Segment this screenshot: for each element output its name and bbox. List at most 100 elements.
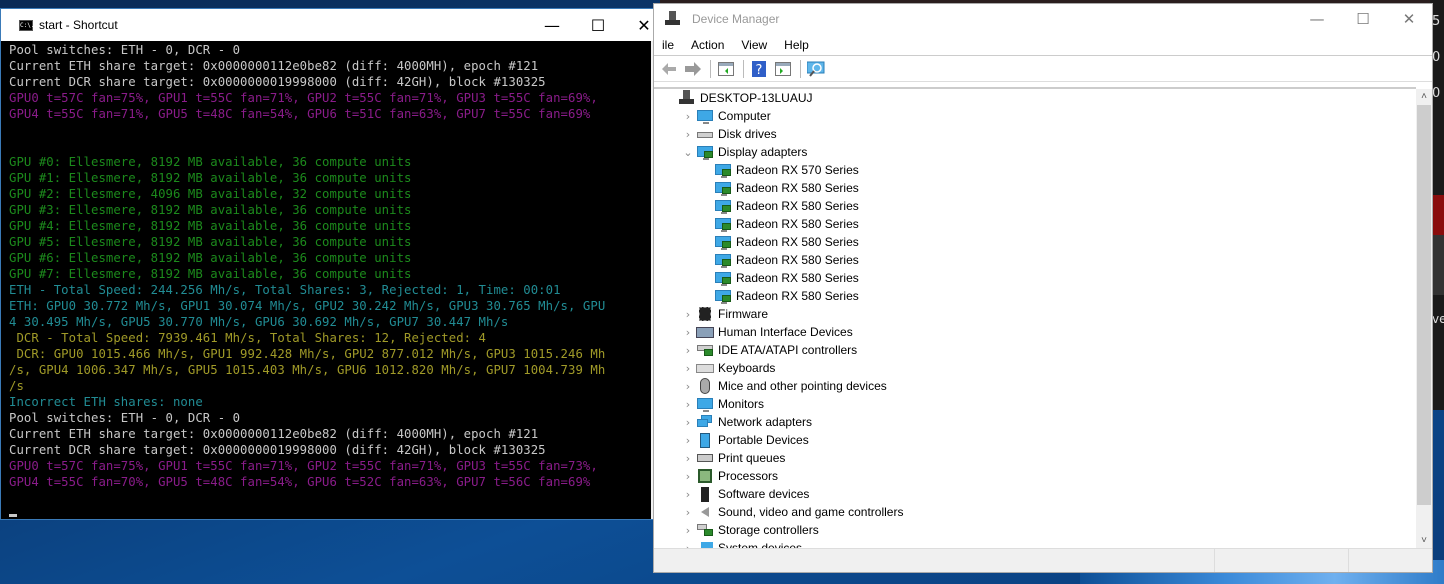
status-pane <box>1348 549 1432 572</box>
chevron-right-icon[interactable]: › <box>680 488 696 501</box>
display-adapter-icon <box>714 162 732 178</box>
tree-device[interactable]: Radeon RX 580 Series <box>654 287 1416 305</box>
tree-category[interactable]: › Software devices <box>654 485 1416 503</box>
close-button[interactable]: ✕ <box>1386 3 1432 35</box>
monitor-icon <box>696 396 714 412</box>
menu-file[interactable]: ile <box>654 38 683 52</box>
tree-item-label: Radeon RX 570 Series <box>736 163 859 177</box>
tree-category[interactable]: › Network adapters <box>654 413 1416 431</box>
chevron-right-icon[interactable]: › <box>680 398 696 411</box>
tree-category[interactable]: › Processors <box>654 467 1416 485</box>
chevron-right-icon[interactable]: › <box>680 344 696 357</box>
tree-device[interactable]: Radeon RX 580 Series <box>654 233 1416 251</box>
device-tree[interactable]: DESKTOP-13LUAUJ › Computer › Disk drives ⌄ Dis… <box>654 87 1416 549</box>
tree-item-label: Portable Devices <box>718 433 809 447</box>
tree-category[interactable]: › Print queues <box>654 449 1416 467</box>
console-line: GPU #7: Ellesmere, 8192 MB available, 36… <box>9 267 412 281</box>
cmd-titlebar[interactable]: C:\. start - Shortcut — ☐ ✕ <box>1 9 667 41</box>
chevron-right-icon[interactable]: › <box>680 326 696 339</box>
menu-view[interactable]: View <box>733 38 776 52</box>
help-icon[interactable]: ? <box>748 58 770 80</box>
minimize-button[interactable]: — <box>1294 3 1340 35</box>
chevron-right-icon[interactable]: › <box>680 416 696 429</box>
tree-category[interactable]: › Keyboards <box>654 359 1416 377</box>
console-line: ETH: GPU0 30.772 Mh/s, GPU1 30.074 Mh/s,… <box>9 299 606 313</box>
scan-hardware-icon[interactable] <box>805 58 827 80</box>
chevron-right-icon[interactable]: › <box>680 470 696 483</box>
dm-window-title: Device Manager <box>692 12 780 26</box>
tree-category[interactable]: › Mice and other pointing devices <box>654 377 1416 395</box>
minimize-button[interactable]: — <box>529 9 575 41</box>
tree-category[interactable]: › Portable Devices <box>654 431 1416 449</box>
dm-titlebar[interactable]: Device Manager — ☐ ✕ <box>654 4 1432 34</box>
tree-item-label: Radeon RX 580 Series <box>736 289 859 303</box>
cmd-window-title: start - Shortcut <box>39 18 118 32</box>
tree-device[interactable]: Radeon RX 570 Series <box>654 161 1416 179</box>
tree-item-label: Keyboards <box>718 361 776 375</box>
tree-item-label: Display adapters <box>718 145 808 159</box>
chevron-right-icon[interactable]: › <box>680 362 696 375</box>
maximize-button[interactable]: ☐ <box>575 9 621 41</box>
chevron-right-icon[interactable]: › <box>680 524 696 537</box>
device-manager-icon <box>664 11 680 27</box>
tree-device[interactable]: Radeon RX 580 Series <box>654 215 1416 233</box>
tree-category[interactable]: ⌄ Display adapters <box>654 143 1416 161</box>
tree-category[interactable]: › Monitors <box>654 395 1416 413</box>
forward-icon[interactable] <box>682 58 704 80</box>
back-icon[interactable] <box>658 58 680 80</box>
chevron-right-icon[interactable]: › <box>680 380 696 393</box>
chevron-down-icon[interactable]: ⌄ <box>680 146 696 159</box>
device-manager-window[interactable]: Device Manager — ☐ ✕ ile Action View Hel… <box>653 3 1433 573</box>
display-adapter-icon <box>714 288 732 304</box>
chevron-right-icon[interactable]: › <box>680 506 696 519</box>
tree-scrollbar[interactable]: ˄ ˅ <box>1416 89 1432 549</box>
tree-category[interactable]: › IDE ATA/ATAPI controllers <box>654 341 1416 359</box>
tree-category[interactable]: › Disk drives <box>654 125 1416 143</box>
chevron-right-icon[interactable]: › <box>680 452 696 465</box>
tree-device[interactable]: Radeon RX 580 Series <box>654 179 1416 197</box>
bg-text: ve <box>1432 312 1444 326</box>
toolbar-separator <box>743 59 744 78</box>
tree-device[interactable]: Radeon RX 580 Series <box>654 269 1416 287</box>
tree-category[interactable]: › Human Interface Devices <box>654 323 1416 341</box>
menu-action[interactable]: Action <box>683 38 733 52</box>
maximize-button[interactable]: ☐ <box>1340 3 1386 35</box>
status-pane <box>1214 549 1348 572</box>
display-adapter-icon <box>714 270 732 286</box>
console-line: 4 30.495 Mh/s, GPU5 30.770 Mh/s, GPU6 30… <box>9 315 509 329</box>
tree-item-label: Processors <box>718 469 779 483</box>
display-adapter-icon <box>714 216 732 232</box>
scroll-up-arrow-icon[interactable]: ˄ <box>1416 89 1432 105</box>
console-output[interactable]: Pool switches: ETH - 0, DCR - 0 Current E… <box>1 41 651 519</box>
tree-category[interactable]: › Storage controllers <box>654 521 1416 539</box>
menu-help[interactable]: Help <box>776 38 818 52</box>
scroll-thumb[interactable] <box>1417 105 1431 505</box>
tree-category[interactable]: › Firmware <box>654 305 1416 323</box>
chevron-right-icon[interactable]: › <box>680 308 696 321</box>
tree-category[interactable]: › Sound, video and game controllers <box>654 503 1416 521</box>
processor-icon <box>696 468 714 484</box>
tree-device[interactable]: Radeon RX 580 Series <box>654 251 1416 269</box>
chevron-right-icon[interactable]: › <box>680 128 696 141</box>
tree-item-label: Radeon RX 580 Series <box>736 271 859 285</box>
network-adapter-icon <box>696 414 714 430</box>
display-adapter-icon <box>714 234 732 250</box>
status-bar <box>654 548 1432 572</box>
computer-root-icon <box>678 90 696 106</box>
chevron-right-icon[interactable]: › <box>680 434 696 447</box>
console-line: ETH - Total Speed: 244.256 Mh/s, Total S… <box>9 283 561 297</box>
scroll-down-arrow-icon[interactable]: ˅ <box>1416 533 1432 549</box>
console-line: GPU #4: Ellesmere, 8192 MB available, 36… <box>9 219 412 233</box>
tree-root-computer[interactable]: DESKTOP-13LUAUJ <box>654 89 1416 107</box>
show-hide-console-tree-icon[interactable] <box>715 58 737 80</box>
tree-device[interactable]: Radeon RX 580 Series <box>654 197 1416 215</box>
tree-category[interactable]: › Computer <box>654 107 1416 125</box>
action-pane-icon[interactable] <box>772 58 794 80</box>
console-line: DCR - Total Speed: 7939.461 Mh/s, Total … <box>9 331 487 345</box>
cmd-window[interactable]: C:\. start - Shortcut — ☐ ✕ Pool switche… <box>0 8 668 520</box>
tree-item-label: DESKTOP-13LUAUJ <box>700 91 813 105</box>
display-adapter-icon <box>696 144 714 160</box>
chevron-right-icon[interactable]: › <box>680 110 696 123</box>
tree-item-label: Radeon RX 580 Series <box>736 217 859 231</box>
